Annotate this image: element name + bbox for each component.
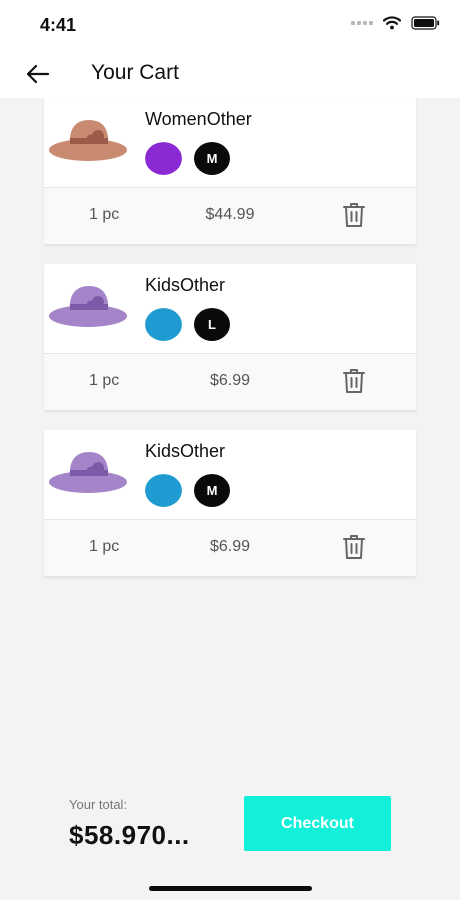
color-swatch-fill xyxy=(145,474,182,507)
size-badge: M xyxy=(194,142,230,175)
product-image xyxy=(49,120,127,161)
trash-icon xyxy=(343,535,365,559)
quantity-label: 1 pc xyxy=(89,538,120,555)
cart-item: KidsOther M 1 pc $6.99 xyxy=(44,430,416,576)
hat-flower xyxy=(86,466,96,476)
item-details: KidsOther L xyxy=(44,264,416,354)
status-time: 4:41 xyxy=(40,15,77,35)
total-label: Your total: xyxy=(69,797,128,812)
home-indicator xyxy=(149,886,312,891)
price-label: $6.99 xyxy=(209,372,251,389)
item-summary: 1 pc $6.99 xyxy=(44,354,416,410)
status-icons xyxy=(351,16,440,30)
delete-button[interactable] xyxy=(340,532,368,562)
quantity-label: 1 pc xyxy=(89,206,120,223)
cart-item: WomenOther M 1 pc $44.99 xyxy=(44,98,416,244)
wifi-icon xyxy=(383,16,401,30)
color-swatch xyxy=(145,142,182,175)
delete-button[interactable] xyxy=(340,366,368,396)
total-value: $58.970... xyxy=(69,820,190,850)
status-bar: 4:41 xyxy=(0,0,460,48)
delete-button[interactable] xyxy=(340,200,368,230)
hat-flower xyxy=(86,300,96,310)
price-label: $44.99 xyxy=(205,206,255,223)
color-swatch xyxy=(145,474,182,507)
size-badge: M xyxy=(194,474,230,507)
page-title: Your Cart xyxy=(91,61,179,84)
battery-icon xyxy=(411,16,440,30)
hat-flower xyxy=(86,134,96,144)
price-label: $6.99 xyxy=(209,538,251,555)
back-button[interactable] xyxy=(22,58,54,90)
item-summary: 1 pc $6.99 xyxy=(44,520,416,576)
trash-icon xyxy=(343,203,365,227)
product-name: KidsOther xyxy=(145,275,226,295)
arrow-left-icon xyxy=(26,64,50,84)
item-summary: 1 pc $44.99 xyxy=(44,188,416,244)
quantity-label: 1 pc xyxy=(89,372,120,389)
product-image xyxy=(49,452,127,493)
color-swatch-fill xyxy=(145,308,182,341)
item-details: WomenOther M xyxy=(44,98,416,188)
color-swatch-fill xyxy=(145,142,182,175)
signal-icon xyxy=(351,21,373,25)
product-image xyxy=(49,286,127,327)
trash-icon xyxy=(343,369,365,393)
checkout-button[interactable]: Checkout xyxy=(244,796,391,851)
item-details: KidsOther M xyxy=(44,430,416,520)
app-header: Your Cart xyxy=(0,48,460,98)
product-name: KidsOther xyxy=(145,441,226,461)
product-name: WomenOther xyxy=(145,109,252,129)
color-swatch xyxy=(145,308,182,341)
cart-footer: Your total: $58.970... Checkout xyxy=(0,780,460,900)
cart-item: KidsOther L 1 pc $6.99 xyxy=(44,264,416,410)
size-badge: L xyxy=(194,308,230,341)
